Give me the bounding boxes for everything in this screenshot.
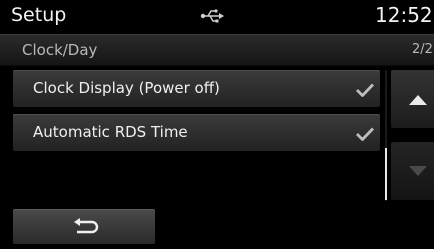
- list-item-automatic-rds-time[interactable]: Automatic RDS Time: [13, 114, 380, 151]
- page-indicator: 2/2: [412, 42, 433, 57]
- back-button[interactable]: [13, 209, 155, 244]
- arrow-down-icon: [409, 166, 427, 176]
- list-item-clock-display[interactable]: Clock Display (Power off): [13, 70, 380, 107]
- setup-screen: Setup 12:52 Clock/Day 2/2 Clock Display …: [0, 0, 434, 249]
- sub-header: Clock/Day 2/2: [0, 34, 434, 66]
- breadcrumb: Clock/Day: [22, 41, 98, 59]
- top-status-bar: Setup 12:52: [0, 0, 434, 34]
- list-item-label: Automatic RDS Time: [33, 123, 188, 141]
- arrow-up-icon: [409, 95, 427, 105]
- scrollbar-thumb[interactable]: [385, 148, 387, 200]
- back-arrow-icon: [74, 218, 99, 234]
- scroll-down-button[interactable]: [391, 142, 434, 200]
- screen-title: Setup: [11, 4, 67, 26]
- usb-icon: [200, 9, 224, 23]
- list-item-label: Clock Display (Power off): [33, 79, 220, 97]
- check-icon[interactable]: [355, 82, 375, 98]
- clock-display: 12:52: [375, 3, 433, 27]
- check-icon[interactable]: [355, 126, 375, 142]
- scroll-up-button[interactable]: [391, 70, 434, 128]
